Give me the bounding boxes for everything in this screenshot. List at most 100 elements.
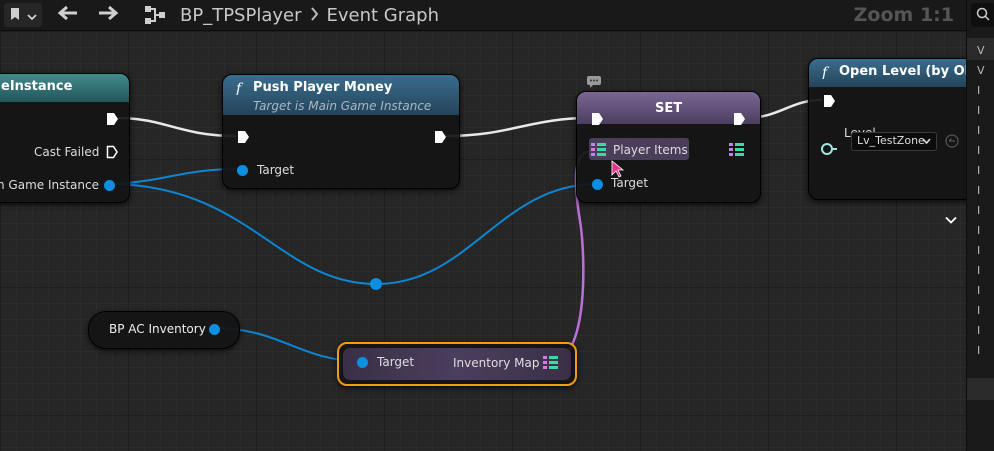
set-node-title: SET — [655, 101, 683, 116]
chevron-right-icon — [310, 5, 319, 26]
mouse-cursor-icon — [611, 160, 625, 182]
exec-wire — [445, 116, 591, 138]
target-pin[interactable] — [237, 165, 248, 176]
exec-out-pin[interactable] — [106, 112, 119, 126]
panel-row[interactable]: I — [967, 200, 994, 222]
panel-row-label: I — [977, 84, 981, 97]
exec-in-pin[interactable] — [591, 112, 604, 126]
chevron-down-icon — [27, 6, 37, 25]
panel-section-header[interactable] — [967, 378, 994, 400]
zoom-level: Zoom 1:1 — [853, 4, 954, 26]
open-level-title: Open Level (by Obje — [839, 64, 966, 79]
panel-row[interactable]: I — [967, 140, 994, 162]
function-icon: f — [821, 64, 833, 83]
player-items-label: Player Items — [613, 143, 688, 157]
svg-text:f: f — [821, 65, 830, 79]
panel-row[interactable]: I — [967, 280, 994, 302]
panel-row-label: I — [977, 204, 981, 217]
panel-row-label: I — [977, 224, 981, 237]
wire-reroute-knot — [370, 278, 382, 290]
panel-row[interactable]: I — [967, 320, 994, 342]
panel-row[interactable]: V — [967, 40, 994, 62]
back-button[interactable] — [55, 3, 81, 27]
chevron-down-icon — [922, 138, 931, 145]
cast-failed-label: Cast Failed — [34, 145, 100, 159]
inventory-map-label: Inventory Map — [453, 356, 540, 370]
breadcrumb-graph[interactable]: Event Graph — [327, 5, 440, 26]
exec-out-pin[interactable] — [434, 130, 447, 144]
bookmark-dropdown-button[interactable] — [4, 3, 42, 27]
event-graph-canvas[interactable]: eInstance Cast Failed n Game Instance f … — [0, 31, 966, 451]
bookmark-icon — [9, 6, 21, 25]
open-level-node[interactable]: f Open Level (by Obje Level Lv_TestZone — [808, 58, 966, 224]
object-wire — [111, 183, 598, 286]
function-icon: f — [235, 80, 247, 99]
panel-row-label: I — [977, 304, 981, 317]
panel-row[interactable]: I — [967, 120, 994, 142]
map-pin-icon[interactable] — [591, 142, 607, 162]
panel-row-label: I — [977, 124, 981, 137]
panel-row[interactable]: I — [967, 160, 994, 182]
bp-ac-inventory-label: BP AC Inventory — [109, 322, 206, 336]
panel-row-label: I — [977, 244, 981, 257]
cast-output-pin[interactable] — [104, 180, 115, 191]
panel-row-label: V — [977, 64, 985, 77]
level-pin-stem — [831, 148, 837, 150]
panel-row[interactable]: I — [967, 180, 994, 202]
panel-row-label: I — [977, 264, 981, 277]
svg-text:f: f — [235, 81, 244, 95]
panel-row[interactable]: I — [967, 340, 994, 362]
object-wire — [111, 168, 241, 185]
panel-row-label: I — [977, 104, 981, 117]
graph-icon — [142, 3, 168, 27]
panel-row[interactable]: I — [967, 260, 994, 282]
panel-row-label: V — [977, 44, 985, 57]
panel-row[interactable]: I — [967, 300, 994, 322]
search-icon — [976, 6, 990, 25]
set-player-items-node[interactable]: SET Player Items Target — [576, 91, 761, 203]
push-money-subtitle: Target is Main Game Instance — [253, 99, 432, 113]
forward-arrow-icon — [97, 5, 119, 25]
expand-pins-chevron-icon[interactable] — [945, 210, 957, 229]
details-panel: VVIIIIIIIIIIIIII — [966, 0, 994, 451]
target-pin[interactable] — [592, 179, 603, 190]
push-player-money-node[interactable]: f Push Player Money Target is Main Game … — [222, 74, 460, 189]
forward-button[interactable] — [95, 3, 121, 27]
breadcrumb-blueprint[interactable]: BP_TPSPlayer — [180, 5, 302, 26]
panel-row-label: I — [977, 184, 981, 197]
exec-in-pin[interactable] — [823, 94, 836, 108]
cast-node-title: eInstance — [1, 79, 73, 94]
panel-row-label: I — [977, 164, 981, 177]
bp-ac-inventory-variable-node[interactable]: BP AC Inventory — [88, 311, 240, 349]
exec-in-pin[interactable] — [237, 130, 250, 144]
panel-row[interactable]: V — [967, 60, 994, 82]
breadcrumb: BP_TPSPlayer Event Graph — [180, 3, 439, 27]
back-arrow-icon — [57, 5, 79, 25]
cast-output-label: n Game Instance — [0, 178, 99, 192]
get-inventory-map-node[interactable]: Target Inventory Map — [337, 342, 577, 386]
reset-arrow-icon[interactable] — [945, 133, 959, 152]
exec-wire — [117, 116, 237, 138]
map-pin-icon[interactable] — [729, 142, 745, 162]
map-pin-icon[interactable] — [543, 355, 559, 375]
panel-row-label: I — [977, 284, 981, 297]
panel-row-label: I — [977, 344, 981, 357]
panel-row-label: I — [977, 324, 981, 337]
level-value: Lv_TestZone — [857, 134, 925, 147]
exec-out-pin[interactable] — [733, 112, 746, 126]
panel-row[interactable]: I — [967, 240, 994, 262]
target-label: Target — [257, 163, 295, 177]
panel-row[interactable]: I — [967, 100, 994, 122]
cast-failed-exec-pin[interactable] — [106, 145, 119, 159]
push-money-title: Push Player Money — [253, 80, 393, 95]
panel-row[interactable]: I — [967, 80, 994, 102]
panel-row[interactable]: I — [967, 220, 994, 242]
target-pin[interactable] — [357, 357, 368, 368]
cast-to-game-instance-node[interactable]: eInstance Cast Failed n Game Instance — [0, 73, 130, 203]
target-label: Target — [377, 355, 415, 369]
panel-row-label: I — [977, 144, 981, 157]
graph-toolbar: BP_TPSPlayer Event Graph Zoom 1:1 — [0, 0, 966, 31]
bp-ac-inventory-output-pin[interactable] — [209, 324, 220, 335]
level-combobox[interactable]: Lv_TestZone — [851, 132, 937, 151]
search-box[interactable] — [971, 3, 994, 27]
